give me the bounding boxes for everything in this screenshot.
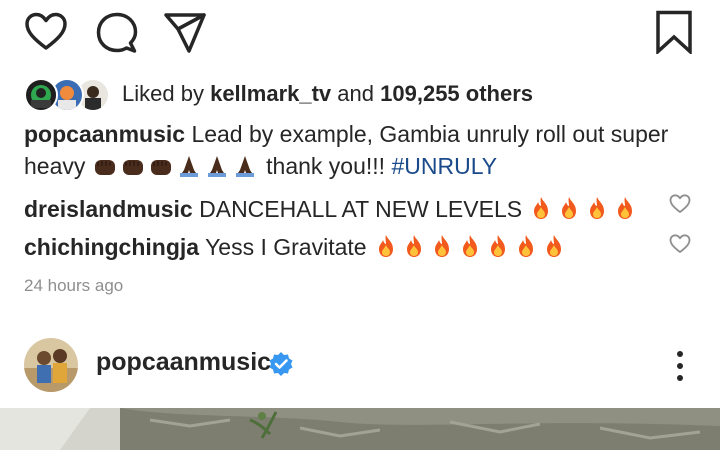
comment-text: Yess I Gravitate bbox=[205, 234, 367, 260]
comment-emojis bbox=[528, 196, 640, 222]
caption-username[interactable]: popcaanmusic bbox=[24, 121, 185, 147]
fire-icon bbox=[490, 235, 505, 257]
post-image[interactable] bbox=[0, 408, 720, 450]
verified-badge-icon bbox=[269, 352, 293, 376]
comment-username[interactable]: dreislandmusic bbox=[24, 196, 193, 222]
likes-connector: and bbox=[337, 81, 375, 106]
comment-heart-icon[interactable] bbox=[669, 194, 691, 214]
caption-text-end: thank you!!! bbox=[266, 153, 386, 179]
comment-heart-icon[interactable] bbox=[669, 234, 691, 254]
likes-count[interactable]: 109,255 others bbox=[380, 81, 533, 106]
post-timestamp: 24 hours ago bbox=[24, 276, 124, 295]
more-vertical-icon[interactable] bbox=[668, 348, 692, 384]
caption-emojis bbox=[92, 153, 266, 179]
bookmark-icon[interactable] bbox=[655, 10, 693, 54]
fire-icon bbox=[546, 235, 561, 257]
paper-plane-icon[interactable] bbox=[163, 12, 207, 54]
fire-icon bbox=[618, 197, 633, 219]
post-caption: popcaanmusic Lead by example, Gambia unr… bbox=[24, 118, 694, 182]
liker-username[interactable]: kellmark_tv bbox=[210, 81, 331, 106]
fire-icon bbox=[462, 235, 477, 257]
folded-hands-icon bbox=[207, 156, 226, 177]
comment-text: DANCEHALL AT NEW LEVELS bbox=[199, 196, 523, 222]
comment-item: dreislandmusic DANCEHALL AT NEW LEVELS bbox=[24, 192, 664, 226]
caption-hashtag[interactable]: #UNRULY bbox=[391, 153, 497, 179]
fire-icon bbox=[406, 235, 421, 257]
comment-bubble-icon[interactable] bbox=[96, 12, 138, 54]
avatar[interactable] bbox=[24, 338, 78, 392]
post-username[interactable]: popcaanmusic bbox=[96, 348, 271, 377]
post-page: Liked by kellmark_tv and 109,255 others … bbox=[0, 0, 720, 450]
folded-hands-icon bbox=[235, 156, 254, 177]
likes-text: Liked by kellmark_tv and 109,255 others bbox=[122, 81, 533, 107]
comment-item: chichingchingja Yess I Gravitate bbox=[24, 230, 664, 264]
fire-icon bbox=[590, 197, 605, 219]
raised-fist-icon bbox=[94, 160, 115, 175]
fire-icon bbox=[434, 235, 449, 257]
fire-icon bbox=[518, 235, 533, 257]
likes-summary[interactable]: Liked by kellmark_tv and 109,255 others bbox=[24, 72, 533, 116]
next-post-header: popcaanmusic bbox=[0, 334, 720, 398]
fire-icon bbox=[562, 197, 577, 219]
raised-fist-icon bbox=[150, 160, 171, 175]
likes-prefix: Liked by bbox=[122, 81, 204, 106]
post-action-bar bbox=[0, 0, 720, 66]
fire-icon bbox=[534, 197, 549, 219]
fire-icon bbox=[378, 235, 393, 257]
raised-fist-icon bbox=[122, 160, 143, 175]
liker-avatar-stack bbox=[24, 74, 114, 114]
liker-avatar bbox=[24, 78, 58, 112]
comment-emojis bbox=[373, 234, 569, 260]
folded-hands-icon bbox=[179, 156, 198, 177]
comment-username[interactable]: chichingchingja bbox=[24, 234, 199, 260]
heart-outline-icon[interactable] bbox=[24, 12, 68, 52]
